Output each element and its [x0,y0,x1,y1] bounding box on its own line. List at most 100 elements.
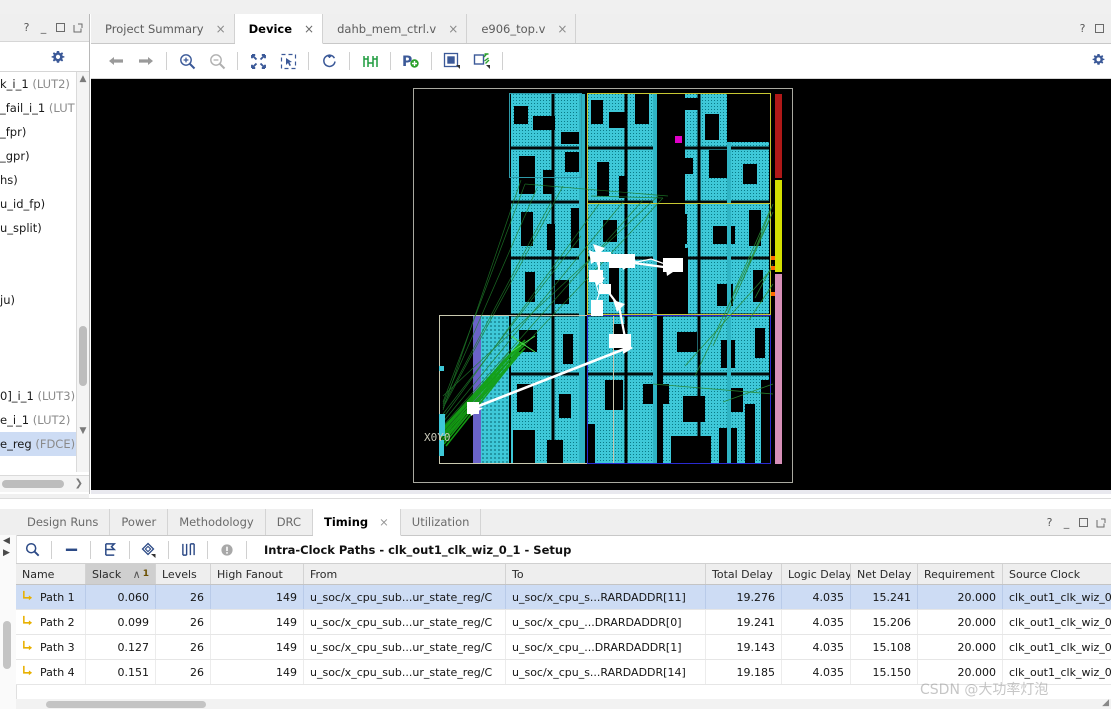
search-icon[interactable] [20,538,44,562]
column-header-levels[interactable]: Levels [156,564,211,584]
netlist-tree-item[interactable]: ju) [0,288,78,312]
minimize-button[interactable]: _ [1059,515,1074,530]
collapse-icon[interactable] [59,538,83,562]
table-row[interactable]: Path 3 0.127 26 149 u_soc/x_cpu_sub...ur_sta… [16,635,1111,660]
netlist-tree-item[interactable] [0,240,78,264]
forward-arrow-icon[interactable] [133,48,159,74]
column-header-name[interactable]: Name [16,564,86,584]
zoom-out-icon[interactable] [204,48,230,74]
column-header-slack[interactable]: Slack ∧ 1 [86,564,156,584]
maximize-button[interactable] [1076,515,1091,530]
netlist-tree-item[interactable] [0,312,78,336]
close-icon[interactable]: × [557,22,567,36]
table-row[interactable]: Path 1 0.060 26 149 u_soc/x_cpu_sub...ur_sta… [16,585,1111,610]
scroll-down-icon[interactable]: ▼ [77,424,89,438]
table-row[interactable]: Path 2 0.099 26 149 u_soc/x_cpu_sub...ur_sta… [16,610,1111,635]
table-hscroll-thumb[interactable] [46,701,206,708]
cell-to: u_soc/x_cpu_s...RARDADDR[14] [506,660,706,684]
resize-grip-icon[interactable]: ◢ [1102,698,1109,708]
refresh-icon[interactable] [316,48,342,74]
settings-diamond-icon[interactable] [137,538,161,562]
zoom-fit-icon[interactable] [245,48,271,74]
help-button[interactable]: ? [1075,21,1090,36]
netlist-tree-item[interactable]: e_reg (FDCE) [0,432,78,456]
device-canvas[interactable]: X0Y0 [91,79,1111,494]
netlist-tree-item[interactable]: _fpr) [0,120,78,144]
zoom-in-icon[interactable] [174,48,200,74]
netlist-horizontal-scrollbar[interactable]: ❯ [0,475,89,492]
close-icon[interactable]: × [304,22,314,36]
netlist-tree-item[interactable]: u_id_fp) [0,192,78,216]
vscroll-thumb[interactable] [79,326,87,386]
scroll-right-icon[interactable]: ❯ [75,476,83,492]
bottom-tab-drc[interactable]: DRC [266,509,314,535]
device-tab-device[interactable]: Device × [234,14,324,44]
device-tab-project-summary[interactable]: Project Summary × [91,14,235,43]
add-probe-icon[interactable]: P [398,48,424,74]
help-button[interactable]: ? [1042,515,1057,530]
maximize-button[interactable] [1092,21,1107,36]
show-connections-icon[interactable] [469,48,495,74]
bottom-tabbar: Design Runs Power Methodology DRC Timing × Uti… [0,509,1111,536]
column-header-from[interactable]: From [304,564,506,584]
column-header-to[interactable]: To [506,564,706,584]
device-tab-e906-top-v[interactable]: e906_top.v × [467,14,577,43]
netlist-tree-item[interactable]: hs) [0,168,78,192]
float-button[interactable] [1093,515,1108,530]
panel-splitter[interactable] [0,498,1111,509]
cell-from: u_soc/x_cpu_sub...ur_state_reg/C [304,660,506,684]
column-header-source-clock[interactable]: Source Clock [1003,564,1111,584]
info-icon[interactable] [215,538,239,562]
flag-icon[interactable] [98,538,122,562]
bottom-tab-timing[interactable]: Timing × [313,509,401,536]
timing-table-header: Name Slack ∧ 1 Levels High Fanout From To Total … [16,563,1111,585]
column-header-high-fanout[interactable]: High Fanout [211,564,304,584]
netlist-tree-item[interactable]: e_i_1 (LUT2) [0,408,78,432]
netlist-tree[interactable]: k_i_1 (LUT2) _fail_i_1 (LUT _fpr) _gpr) hs) u… [0,72,89,492]
netlist-tree-item[interactable]: _fail_i_1 (LUT [0,96,78,120]
close-icon[interactable]: × [448,22,458,36]
table-row[interactable]: Path 4 0.151 26 149 u_soc/x_cpu_sub...ur_sta… [16,660,1111,685]
columns-icon[interactable] [176,538,200,562]
hscroll-thumb[interactable] [2,480,64,488]
column-header-logic-delay[interactable]: Logic Delay [782,564,851,584]
netlist-vertical-scrollbar[interactable]: ▲ ▼ [76,72,89,472]
zoom-area-icon[interactable] [275,48,301,74]
scroll-up-icon[interactable]: ▲ [77,72,89,86]
bottom-tab-utilization[interactable]: Utilization [401,509,482,535]
tab-label: DRC [276,515,302,529]
column-header-net-delay[interactable]: Net Delay [851,564,918,584]
netlist-tree-item[interactable]: k_i_1 (LUT2) [0,72,78,96]
column-header-total-delay[interactable]: Total Delay [706,564,782,584]
side-scroll-thumb[interactable] [3,621,11,669]
maximize-button[interactable] [53,20,68,35]
minimize-button[interactable]: _ [36,20,51,35]
netlist-tree-item[interactable]: _gpr) [0,144,78,168]
routing-resources-icon[interactable] [357,48,383,74]
device-settings-icon[interactable] [1087,48,1109,70]
highlight-leaf-cells-icon[interactable] [439,48,465,74]
close-icon[interactable]: × [216,22,226,36]
table-horizontal-scrollbar[interactable] [16,699,1111,709]
float-button[interactable] [70,20,85,35]
gear-icon[interactable] [45,44,71,70]
cell-text: clk_out1_clk_wiz_0_1 [1009,615,1111,629]
cell-levels: 26 [156,610,211,634]
help-button[interactable]: ? [19,20,34,35]
collapse-left-icon[interactable]: ◀ [3,536,10,546]
bottom-tab-power[interactable]: Power [110,509,169,535]
expand-right-icon[interactable]: ▶ [3,548,10,558]
back-arrow-icon[interactable] [103,48,129,74]
column-header-requirement[interactable]: Requirement [918,564,1003,584]
netlist-tree-item[interactable]: u_split) [0,216,78,240]
netlist-tree-item[interactable] [0,264,78,288]
netlist-tree-item[interactable] [0,360,78,384]
netlist-item-type: (LUT [48,101,75,115]
device-tab-dahb-mem-ctrl-v[interactable]: dahb_mem_ctrl.v × [323,14,468,43]
bottom-tab-methodology[interactable]: Methodology [168,509,266,535]
netlist-tree-item[interactable] [0,336,78,360]
netlist-tree-item[interactable]: 0]_i_1 (LUT3) [0,384,78,408]
fpga-floorplan[interactable] [413,84,799,490]
close-icon[interactable]: × [379,515,389,529]
bottom-tab-design-runs[interactable]: Design Runs [16,509,111,535]
